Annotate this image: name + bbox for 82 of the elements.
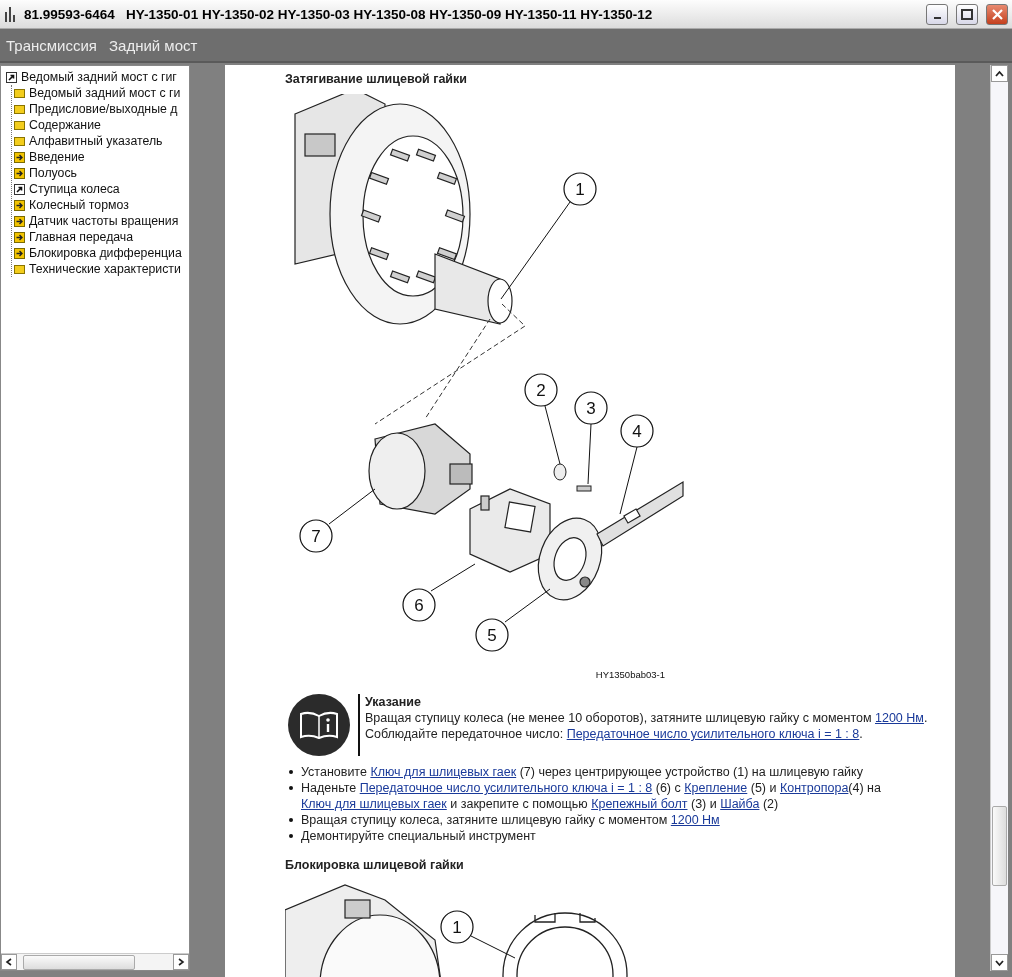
- note-text: Вращая ступицу колеса (не менее 10 оборотов), затяните шлицевую гайку с моментом 1200 Нм.: [365, 710, 928, 726]
- figure-caption: HY1350bab03-1: [594, 669, 665, 680]
- note-title: Указание: [365, 694, 422, 710]
- callout-label: 4: [620, 414, 654, 448]
- leader-line: [328, 488, 376, 525]
- step-text: Наденьте Передаточное число усилительного ключа i = 1 : 8 (6) с Крепление (5) и Контропора(4) на Ключ для шлицевых гаек и закрепите с помощью Крепежный болт (3) и Шайба (2): [301, 780, 882, 812]
- closed-chapter-icon: [14, 215, 25, 227]
- scroll-down-icon[interactable]: [991, 954, 1008, 971]
- closed-chapter-icon: [14, 231, 25, 243]
- closed-chapter-icon: [14, 199, 25, 211]
- bullet-icon: [289, 834, 293, 838]
- close-icon: [991, 8, 1003, 20]
- minimize-icon: [933, 17, 941, 19]
- section-heading: Блокировка шлицевой гайки: [285, 858, 465, 872]
- leader-line: [470, 935, 516, 959]
- callout-label: 1: [440, 910, 474, 944]
- scrollbar-thumb[interactable]: [23, 955, 135, 970]
- leader-line: [504, 588, 551, 623]
- callout-label: 5: [475, 618, 509, 652]
- link[interactable]: Крепежный болт: [591, 797, 688, 811]
- closed-chapter-icon: [14, 247, 25, 259]
- section-heading: Затягивание шлицевой гайки: [285, 72, 468, 86]
- bullet-icon: [289, 770, 293, 774]
- window-title: 81.99593-6464 HY-1350-01 HY-1350-02 HY-1350-03 HY-1350-08 HY-1350-09 HY-1350-11 HY-1350-12: [24, 6, 654, 22]
- vertical-scrollbar[interactable]: [990, 65, 1008, 971]
- tree-item[interactable]: Ведомый задний мост с ги: [29, 86, 181, 100]
- menu-item[interactable]: Трансмиссия: [6, 36, 97, 54]
- callout-label: 2: [524, 373, 558, 407]
- link[interactable]: Передаточное число усилительного ключа i = 1 : 8: [359, 781, 653, 795]
- maximize-button[interactable]: [956, 3, 978, 25]
- link[interactable]: Ключ для шлицевых гаек: [301, 797, 447, 811]
- link[interactable]: 1200 Нм: [670, 813, 720, 827]
- scroll-right-icon[interactable]: [173, 954, 189, 970]
- tree-item[interactable]: Алфавитный указатель: [29, 134, 163, 148]
- leader-line: [430, 563, 476, 592]
- close-button[interactable]: [986, 3, 1008, 25]
- link[interactable]: Контропора: [779, 781, 849, 795]
- menu-item[interactable]: Задний мост: [109, 36, 198, 54]
- callout-label: 1: [563, 172, 597, 206]
- bullet-icon: [289, 818, 293, 822]
- app-icon: [4, 6, 16, 22]
- page-icon: [14, 263, 25, 275]
- step-text: Демонтируйте специальный инструмент: [301, 828, 537, 844]
- tree-item[interactable]: Ступица колеса: [29, 182, 120, 196]
- tree-item[interactable]: Датчик частоты вращения: [29, 214, 179, 228]
- horizontal-scrollbar[interactable]: [1, 953, 189, 970]
- leader-line: [619, 446, 638, 515]
- scroll-up-icon[interactable]: [991, 65, 1008, 82]
- tree-item[interactable]: Введение: [29, 150, 85, 164]
- tree-item[interactable]: Главная передача: [29, 230, 134, 244]
- leader-line: [587, 423, 592, 485]
- tree-item[interactable]: Содержание: [29, 118, 101, 132]
- link[interactable]: 1200 Нм: [875, 711, 924, 725]
- page-icon: [14, 119, 25, 131]
- closed-chapter-icon: [14, 167, 25, 179]
- bullet-icon: [289, 786, 293, 790]
- link[interactable]: Крепление: [684, 781, 748, 795]
- minimize-button[interactable]: [926, 3, 948, 25]
- tree-item[interactable]: Блокировка дифференциа: [29, 246, 182, 260]
- scroll-left-icon[interactable]: [1, 954, 17, 970]
- callout-label: 3: [574, 391, 608, 425]
- tree-item[interactable]: Предисловие/выходные д: [29, 102, 178, 116]
- note-text: Соблюдайте передаточное число: Передаточное число усилительного ключа i = 1 : 8.: [365, 726, 864, 742]
- page-icon: [14, 103, 25, 115]
- link[interactable]: Ключ для шлицевых гаек: [370, 765, 517, 779]
- tree-item[interactable]: Полуось: [29, 166, 77, 180]
- leader-line: [544, 405, 561, 465]
- tree-item[interactable]: Ведомый задний мост с гиг: [21, 70, 177, 84]
- washer-drawing: [553, 463, 567, 481]
- callout-label: 7: [299, 519, 333, 553]
- callout-label: 6: [402, 588, 436, 622]
- bolt-drawing: [576, 485, 592, 492]
- step-text: Вращая ступицу колеса, затяните шлицевую гайку с моментом 1200 Нм: [301, 812, 721, 828]
- scrollbar-thumb[interactable]: [992, 806, 1007, 886]
- page-icon: [14, 87, 25, 99]
- step-text: Установите Ключ для шлицевых гаек (7) через центрирующее устройство (1) на шлицевую гайку: [301, 764, 864, 780]
- maximize-icon: [961, 8, 973, 20]
- tree-item[interactable]: Технические характеристи: [29, 262, 181, 276]
- page-icon: [14, 135, 25, 147]
- closed-chapter-icon: [14, 151, 25, 163]
- link[interactable]: Шайба: [720, 797, 760, 811]
- tree-item[interactable]: Колесный тормоз: [29, 198, 129, 212]
